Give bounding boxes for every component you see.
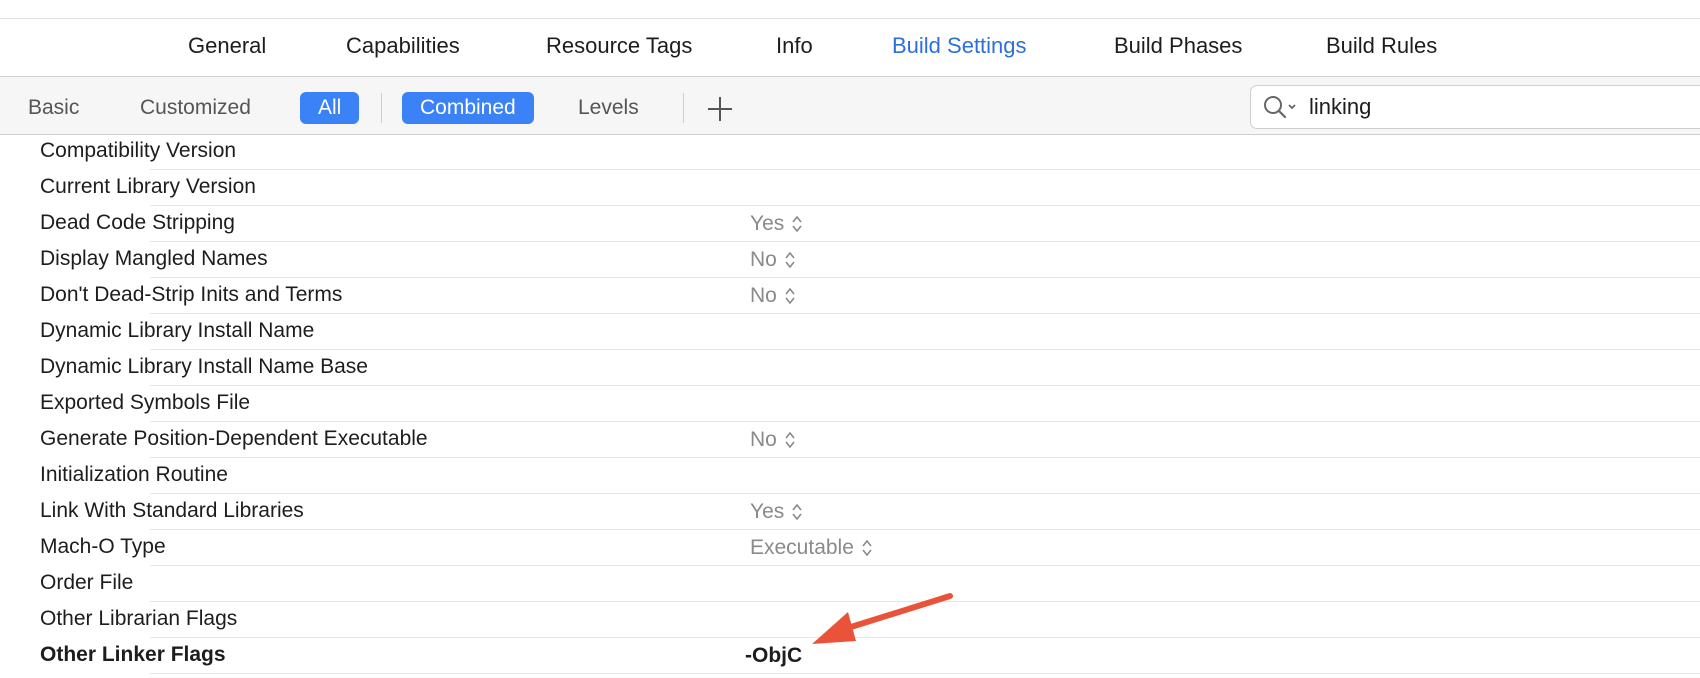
setting-value-text: -ObjC	[745, 644, 803, 667]
search-field[interactable]	[1250, 85, 1700, 129]
setting-row[interactable]: Dynamic Library Install Name Base	[0, 350, 1700, 386]
setting-name: Dynamic Library Install Name Base	[40, 355, 368, 378]
build-settings-list: Compatibility Version Current Library Ver…	[0, 134, 1700, 674]
setting-name: Don't Dead-Strip Inits and Terms	[40, 283, 343, 306]
tab-build-rules[interactable]: Build Rules	[1326, 33, 1437, 59]
setting-row[interactable]: Current Library Version	[0, 170, 1700, 206]
setting-name: Initialization Routine	[40, 463, 228, 486]
setting-row[interactable]: Initialization Routine	[0, 458, 1700, 494]
setting-value[interactable]: Executable	[750, 536, 872, 560]
add-setting-plus-icon[interactable]	[708, 97, 732, 121]
setting-value-text: Yes	[750, 212, 785, 235]
chevron-updown-icon[interactable]	[785, 250, 795, 270]
setting-value[interactable]: -ObjC	[745, 644, 802, 668]
setting-name: Current Library Version	[40, 175, 256, 198]
filter-divider	[381, 93, 382, 123]
setting-row[interactable]: Other Linker Flags -ObjC	[0, 638, 1700, 674]
setting-row[interactable]: Dead Code Stripping Yes	[0, 206, 1700, 242]
setting-name: Display Mangled Names	[40, 247, 268, 270]
tab-info[interactable]: Info	[776, 33, 813, 59]
setting-value-text: No	[750, 428, 777, 451]
filter-all-button[interactable]: All	[300, 92, 360, 124]
chevron-updown-icon[interactable]	[785, 430, 795, 450]
filter-customized-button[interactable]: Customized	[122, 92, 269, 124]
tab-build-settings[interactable]: Build Settings	[892, 33, 1027, 59]
chevron-updown-icon[interactable]	[792, 214, 802, 234]
setting-value[interactable]: Yes	[750, 212, 802, 236]
setting-value-text: No	[750, 284, 777, 307]
setting-value[interactable]: No	[750, 428, 795, 452]
setting-name: Generate Position-Dependent Executable	[40, 427, 428, 450]
chevron-updown-icon[interactable]	[862, 538, 872, 558]
setting-value-text: Executable	[750, 536, 854, 559]
setting-row[interactable]: Link With Standard Libraries Yes	[0, 494, 1700, 530]
editor-tab-bar: General Capabilities Resource Tags Info …	[0, 19, 1700, 77]
tab-capabilities[interactable]: Capabilities	[346, 33, 460, 59]
setting-name: Compatibility Version	[40, 139, 237, 162]
chevron-updown-icon[interactable]	[785, 286, 795, 306]
setting-name: Other Linker Flags	[40, 643, 226, 666]
filter-basic-button[interactable]: Basic	[10, 92, 97, 124]
filter-divider	[683, 93, 684, 123]
setting-row[interactable]: Don't Dead-Strip Inits and Terms No	[0, 278, 1700, 314]
setting-name: Dead Code Stripping	[40, 211, 235, 234]
search-input[interactable]	[1309, 92, 1689, 122]
setting-value-text: Yes	[750, 500, 785, 523]
view-combined-button[interactable]: Combined	[402, 92, 534, 124]
setting-value-text: No	[750, 248, 777, 271]
tab-build-phases[interactable]: Build Phases	[1114, 33, 1242, 59]
setting-value[interactable]: No	[750, 248, 795, 272]
chevron-updown-icon[interactable]	[792, 502, 802, 522]
setting-row[interactable]: Mach-O Type Executable	[0, 530, 1700, 566]
tab-general[interactable]: General	[188, 33, 266, 59]
window-top-strip	[0, 0, 1700, 19]
setting-name: Other Librarian Flags	[40, 607, 238, 630]
setting-row[interactable]: Compatibility Version	[0, 134, 1700, 170]
setting-name: Mach-O Type	[40, 535, 166, 558]
setting-row[interactable]: Display Mangled Names No	[0, 242, 1700, 278]
setting-name: Link With Standard Libraries	[40, 499, 304, 522]
setting-row[interactable]: Other Librarian Flags	[0, 602, 1700, 638]
setting-row[interactable]: Dynamic Library Install Name	[0, 314, 1700, 350]
settings-filter-bar: Basic Customized All Combined Levels	[0, 77, 1700, 135]
tab-resource-tags[interactable]: Resource Tags	[546, 33, 692, 59]
setting-value[interactable]: No	[750, 284, 795, 308]
setting-name: Exported Symbols File	[40, 391, 251, 414]
view-levels-button[interactable]: Levels	[560, 92, 657, 124]
search-icon[interactable]	[1263, 94, 1303, 120]
setting-row[interactable]: Generate Position-Dependent Executable No	[0, 422, 1700, 458]
setting-value[interactable]: Yes	[750, 500, 802, 524]
setting-name: Dynamic Library Install Name	[40, 319, 315, 342]
setting-row[interactable]: Exported Symbols File	[0, 386, 1700, 422]
setting-row[interactable]: Order File	[0, 566, 1700, 602]
setting-name: Order File	[40, 571, 134, 594]
